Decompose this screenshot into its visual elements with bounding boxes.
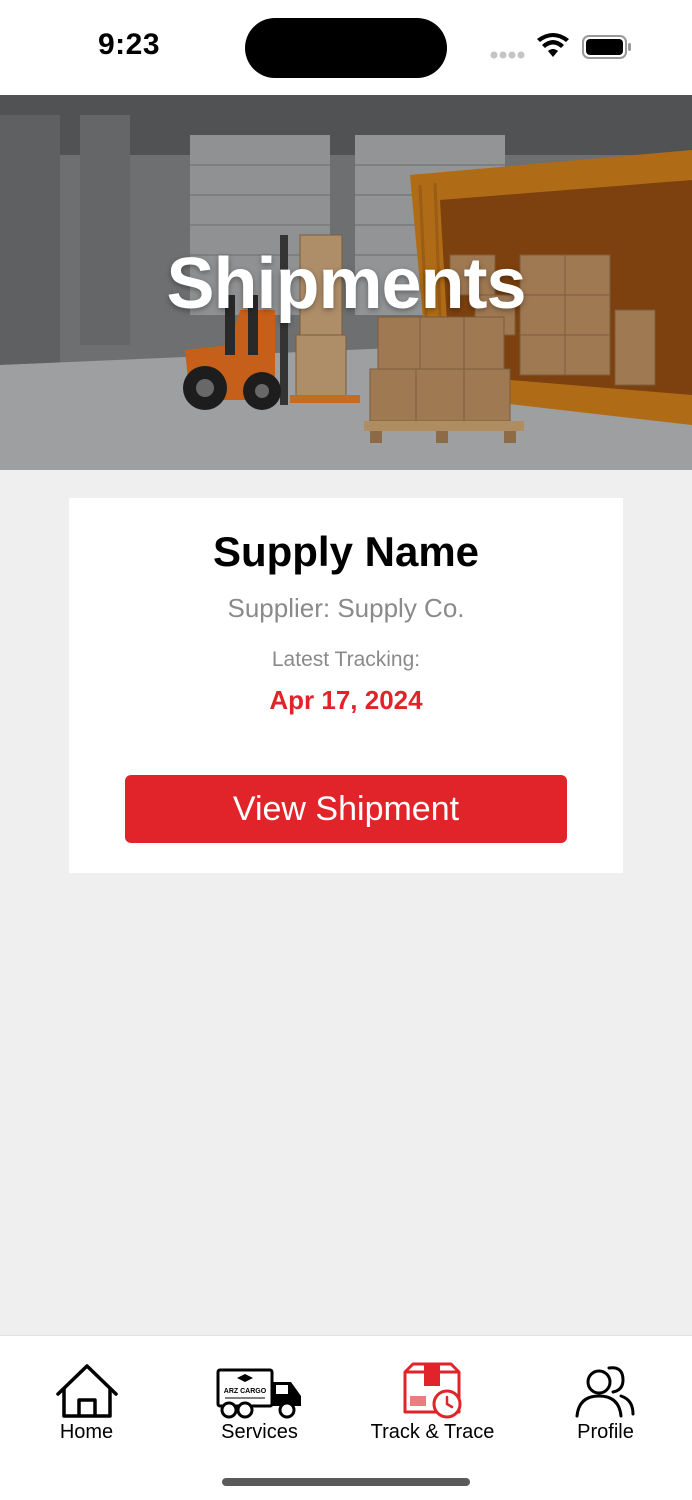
tab-services-label: Services (221, 1421, 298, 1443)
truck-logo-text: ARZ CARGO (224, 1388, 267, 1395)
shipment-card: Supply Name Supplier: Supply Co. Latest … (69, 498, 623, 873)
status-time: 9:23 (98, 28, 161, 61)
supplier-text: Supplier: Supply Co. (227, 593, 465, 623)
tab-track-trace-label: Track & Trace (370, 1421, 495, 1443)
tab-profile-label: Profile (577, 1421, 634, 1443)
latest-tracking-date: Apr 17, 2024 (269, 685, 423, 715)
bottom-tab-bar: Home ARZ CARGO Services Track & Trace Pr… (0, 1335, 692, 1500)
battery-icon (582, 35, 631, 59)
latest-tracking-label: Latest Tracking: (271, 648, 421, 671)
dynamic-island (245, 18, 447, 78)
status-bar: 9:23 (0, 0, 692, 95)
tab-home-label: Home (59, 1421, 114, 1443)
home-indicator (222, 1478, 470, 1486)
wifi-icon (537, 33, 569, 57)
hero-banner: Shipments (0, 95, 692, 470)
supply-name: Supply Name (212, 528, 480, 575)
users-icon (575, 1366, 635, 1418)
tab-profile[interactable]: Profile (519, 1360, 692, 1450)
tab-track-trace[interactable]: Track & Trace (346, 1360, 519, 1450)
cellular-signal-icon (490, 51, 525, 59)
tab-services[interactable]: ARZ CARGO Services (173, 1360, 346, 1450)
tab-home[interactable]: Home (0, 1360, 173, 1450)
page-title: Shipments (166, 244, 526, 324)
view-shipment-button[interactable]: View Shipment (125, 775, 567, 843)
home-icon (56, 1364, 118, 1418)
package-clock-icon (403, 1362, 462, 1419)
truck-icon: ARZ CARGO (216, 1368, 301, 1419)
